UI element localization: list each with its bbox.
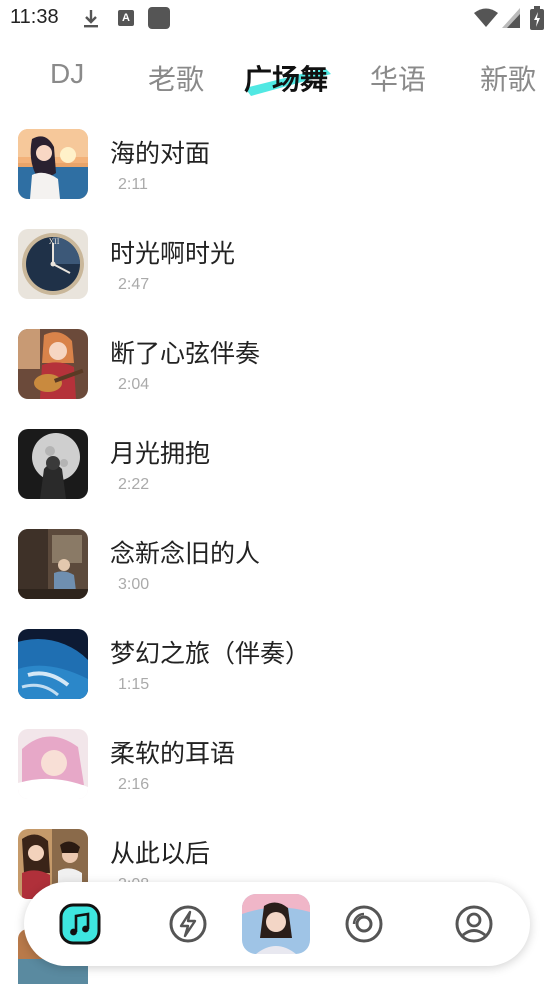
song-title: 断了心弦伴奏 [110,339,261,368]
song-row[interactable]: 梦幻之旅（伴奏） 1:15 [0,614,554,714]
song-row[interactable]: 柔软的耳语 2:16 [0,714,554,814]
app-square-icon [148,7,170,29]
tab-new-songs[interactable]: 新歌 [480,58,536,98]
anime-girl-pink-hair-cover [18,729,88,799]
song-cover [18,429,88,499]
svg-text:XII: XII [49,238,60,246]
song-title: 梦幻之旅（伴奏） [110,639,311,668]
signal-icon [502,8,520,28]
tab-chinese[interactable]: 华语 [370,58,426,98]
song-cover [18,329,88,399]
song-row[interactable]: 海的对面 2:11 [0,114,554,214]
wifi-icon [474,8,498,27]
earth-from-space-cover [18,629,88,699]
song-duration: 1:15 [118,676,150,693]
category-tabs: DJ 老歌 广场舞 华语 新歌 [0,52,554,102]
user-profile-icon[interactable] [452,902,496,946]
battery-icon [530,6,544,30]
song-duration: 2:47 [118,276,150,293]
song-duration: 2:04 [118,376,150,393]
song-cover [18,629,88,699]
lightning-icon[interactable] [166,902,210,946]
old-man-room-cover [18,529,88,599]
song-duration: 3:00 [118,576,150,593]
a-notification-icon: A [118,10,134,26]
song-row[interactable]: 念新念旧的人 3:00 [0,514,554,614]
tab-dj[interactable]: DJ [50,58,84,90]
tab-old-songs[interactable]: 老歌 [148,58,204,98]
clock-face-cover: XII [18,229,88,299]
song-title: 柔软的耳语 [110,739,236,768]
now-playing-artwork [242,894,310,954]
music-note-icon[interactable] [58,902,102,946]
anime-girl-guitar-cover [18,329,88,399]
tab-square-dance[interactable]: 广场舞 [244,58,328,98]
anime-girl-sunset-sea-cover [18,129,88,199]
song-duration: 2:11 [118,176,148,193]
song-cover [18,129,88,199]
status-bar: 11:38 A [0,0,554,40]
song-cover: XII [18,229,88,299]
song-cover [18,529,88,599]
now-playing-cover[interactable] [242,894,310,954]
song-title: 从此以后 [110,839,211,868]
song-cover [18,729,88,799]
song-row[interactable]: 断了心弦伴奏 2:04 [0,314,554,414]
song-row[interactable]: 月光拥抱 2:22 [0,414,554,514]
download-icon [84,10,98,28]
song-title: 时光啊时光 [110,239,236,268]
status-time: 11:38 [10,6,59,28]
song-title: 海的对面 [110,139,211,168]
song-title: 月光拥抱 [110,439,211,468]
bottom-nav [24,882,530,966]
song-duration: 2:22 [118,476,150,493]
song-duration: 2:16 [118,776,150,793]
moonlight-figure-cover [18,429,88,499]
disc-icon[interactable] [342,902,386,946]
song-title: 念新念旧的人 [110,539,261,568]
song-row[interactable]: XII 时光啊时光 2:47 [0,214,554,314]
